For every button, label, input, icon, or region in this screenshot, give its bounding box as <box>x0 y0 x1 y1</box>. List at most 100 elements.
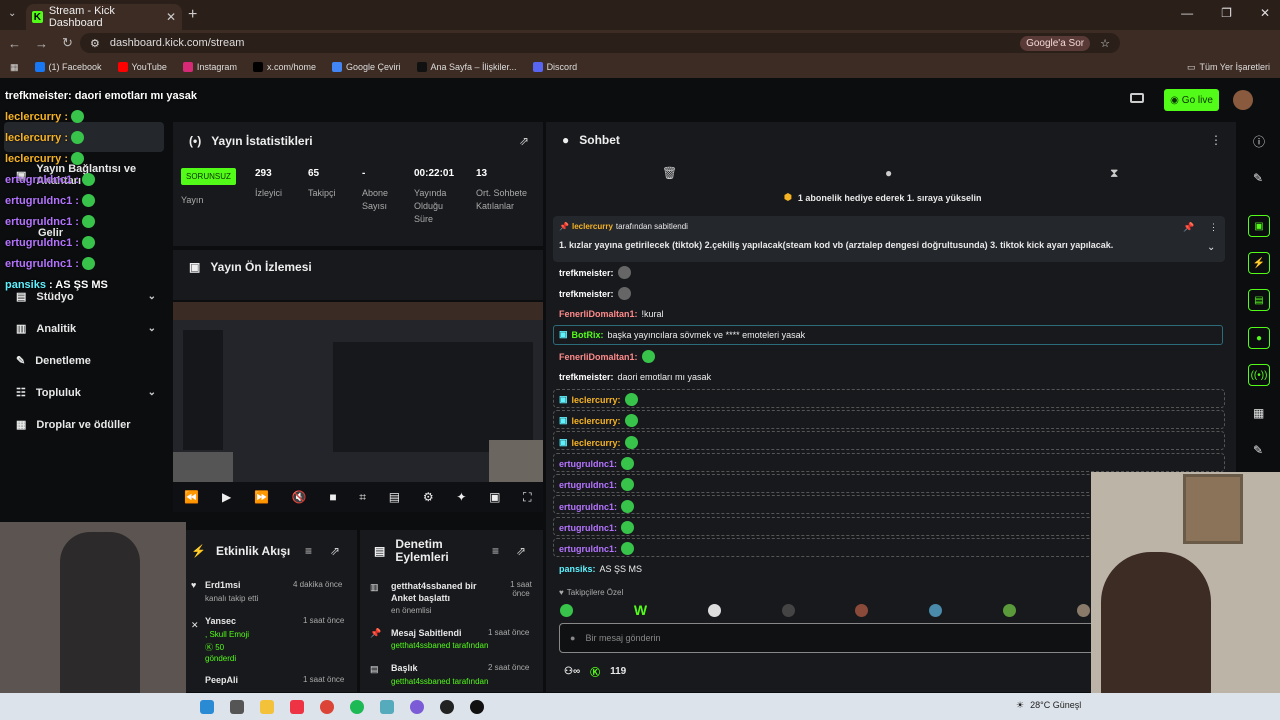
w-emote-icon[interactable]: W <box>634 602 647 618</box>
unpin-icon[interactable]: 📌 <box>1183 222 1194 233</box>
emoji-icon[interactable]: ● <box>570 633 575 643</box>
chat-message[interactable]: ▣ leclercurry: <box>559 436 638 449</box>
rewind-icon[interactable]: ⏪ <box>184 490 199 504</box>
sparkle-icon[interactable]: ✦ <box>456 490 466 504</box>
forward-icon[interactable]: → <box>35 36 48 51</box>
restore-icon[interactable]: ❐ <box>1221 6 1232 20</box>
sidebar-item-denetleme[interactable]: ✎ Denetleme <box>16 354 156 368</box>
filter-icon[interactable]: ≡ <box>492 544 499 558</box>
start-icon[interactable] <box>200 699 214 714</box>
users-icon[interactable]: ⚇∞ <box>564 666 580 677</box>
chat-menu-icon[interactable]: ⋮ <box>1210 133 1222 147</box>
obs-icon[interactable] <box>440 699 454 714</box>
close-window-icon[interactable]: ✕ <box>1260 6 1270 20</box>
chat-input[interactable]: ● Bir mesaj gönderin <box>559 623 1099 653</box>
camera-icon[interactable]: ■ <box>329 490 336 504</box>
go-live-button[interactable]: ◉ Go live <box>1164 89 1219 111</box>
chat-message[interactable]: FenerliDomaltan1: <box>559 350 655 363</box>
app-icon[interactable] <box>470 699 484 714</box>
chat-bubble-icon[interactable]: ● <box>885 166 892 180</box>
settings-icon[interactable]: ⚙ <box>423 490 434 504</box>
popout-icon[interactable]: ⇗ <box>330 544 340 558</box>
activity-user[interactable]: Yansec <box>205 616 236 626</box>
sidebar-item-droplar[interactable]: ▦ Droplar ve ödüller <box>16 418 156 432</box>
sidebar-item-topluluk[interactable]: ☷ Topluluk ⌄ <box>16 386 156 400</box>
mute-icon[interactable]: 🔇 <box>292 490 307 504</box>
popout-icon[interactable]: ⇗ <box>519 134 529 148</box>
bookmark-instagram[interactable]: Instagram <box>182 62 237 72</box>
star-icon[interactable]: ☆ <box>1100 37 1110 50</box>
app-icon[interactable] <box>410 699 424 714</box>
chat-message[interactable]: ertugruldnc1: <box>559 542 635 555</box>
task-view-icon[interactable] <box>230 699 244 714</box>
chat-message[interactable]: ertugruldnc1: <box>559 500 635 513</box>
bookmark-youtube[interactable]: YouTube <box>117 62 167 72</box>
fast-forward-icon[interactable]: ⏩ <box>254 490 269 504</box>
site-info-icon[interactable]: ⚙ <box>90 37 100 50</box>
chrome-icon[interactable] <box>320 699 334 714</box>
chat-message[interactable]: FenerliDomaltan1: !kural <box>559 309 664 319</box>
emote-icon[interactable] <box>929 603 943 617</box>
apps-icon[interactable]: ▦ <box>10 62 19 73</box>
app-icon[interactable] <box>290 699 304 714</box>
focus-icon[interactable]: ▣ <box>1248 215 1270 237</box>
pinned-message[interactable]: 📌 leclercurry tarafından sabitlendi 1. kız… <box>553 216 1225 262</box>
play-icon[interactable]: ▶ <box>222 490 231 504</box>
minimize-icon[interactable]: — <box>1181 6 1193 20</box>
avatar[interactable] <box>1233 90 1253 110</box>
emote-icon[interactable] <box>1076 603 1090 617</box>
bookmark-ana-sayfa[interactable]: Ana Sayfa – İlişkiler... <box>416 62 517 72</box>
all-bookmarks[interactable]: ▭ Tüm Yer İşaretleri <box>1187 62 1270 73</box>
address-bar[interactable]: ⚙ dashboard.kick.com/stream Google'a Sor… <box>80 33 1120 53</box>
chat-message[interactable]: ▣ leclercurry: <box>559 393 638 406</box>
chat-message[interactable]: trefkmeister: daori emotları mı yasak <box>559 372 711 382</box>
popout-icon[interactable]: ⇗ <box>516 544 526 558</box>
emote-icon[interactable] <box>560 603 573 617</box>
bookmark-discord[interactable]: Discord <box>532 62 577 72</box>
spotify-icon[interactable] <box>350 699 364 714</box>
broadcast-icon[interactable]: ((•)) <box>1248 364 1270 386</box>
edit-icon[interactable]: ✎ <box>1253 171 1263 185</box>
stream-preview[interactable]: ⏪ ▶ ⏩ 🔇 ■ ⌗ ▤ ⚙ ✦ ▣ ⛶ <box>173 302 543 512</box>
tab-list-icon[interactable]: ⌄ <box>8 8 16 19</box>
chat-message[interactable]: ertugruldnc1: <box>559 521 635 534</box>
reload-icon[interactable]: ↻ <box>62 35 73 51</box>
bookmark-x[interactable]: x.com/home <box>252 62 316 72</box>
emote-icon[interactable] <box>781 603 795 617</box>
chevron-down-icon[interactable]: ⌄ <box>1207 242 1215 253</box>
chat-message[interactable]: pansiks: AS ŞS MS <box>559 564 642 574</box>
crop-icon[interactable]: ⌗ <box>359 490 366 505</box>
app-icon[interactable] <box>380 699 394 714</box>
explorer-icon[interactable] <box>260 699 274 714</box>
bookmark-google-ceviri[interactable]: Google Çeviri <box>331 62 401 72</box>
chat-message[interactable]: trefkmeister: <box>559 266 631 279</box>
wrench-icon[interactable]: ✎ <box>1253 443 1263 457</box>
chat-message[interactable]: trefkmeister: <box>559 287 631 300</box>
stack-icon[interactable]: ▦ <box>1253 406 1264 420</box>
emote-icon[interactable] <box>1003 603 1017 617</box>
activity-user[interactable]: PeepAli <box>205 675 238 685</box>
chat-message[interactable]: ▣ leclercurry: <box>559 414 638 427</box>
lightning-icon[interactable]: ⚡ <box>1248 252 1270 274</box>
document-icon[interactable]: ▤ <box>1248 289 1270 311</box>
new-tab-icon[interactable]: + <box>188 6 197 24</box>
chat-message[interactable]: ▣ BotRix: başka yayıncılara sövmek ve ****… <box>559 329 805 340</box>
fullscreen-icon[interactable]: ⛶ <box>523 490 531 505</box>
sidebar-item-studyo[interactable]: ▤ Stüdyo ⌄ <box>16 290 156 304</box>
hourglass-icon[interactable]: ⧗ <box>1110 166 1118 181</box>
back-icon[interactable]: ← <box>8 36 21 51</box>
chat-icon[interactable]: ● <box>1248 327 1270 349</box>
pip-icon[interactable]: ▣ <box>489 490 500 504</box>
bookmark-facebook[interactable]: (1) Facebook <box>34 62 102 72</box>
weather-widget[interactable]: ☀ 28°C Güneşl <box>1016 700 1081 711</box>
clip-icon[interactable]: ▤ <box>389 490 400 504</box>
info-icon[interactable]: ⓘ <box>1253 133 1265 150</box>
activity-user[interactable]: Erd1msi <box>205 580 241 590</box>
pinned-menu-icon[interactable]: ⋮ <box>1209 222 1218 233</box>
close-tab-icon[interactable]: ✕ <box>166 10 176 24</box>
filter-icon[interactable]: ≡ <box>305 544 312 558</box>
chat-message[interactable]: ertugruldnc1: <box>559 457 635 470</box>
chat-message[interactable]: ertugruldnc1: <box>559 478 635 491</box>
gift-banner[interactable]: ⬢ 1 abonelik hediye ederek 1. sıraya yüks… <box>784 192 981 203</box>
camera-icon[interactable] <box>1130 93 1144 103</box>
